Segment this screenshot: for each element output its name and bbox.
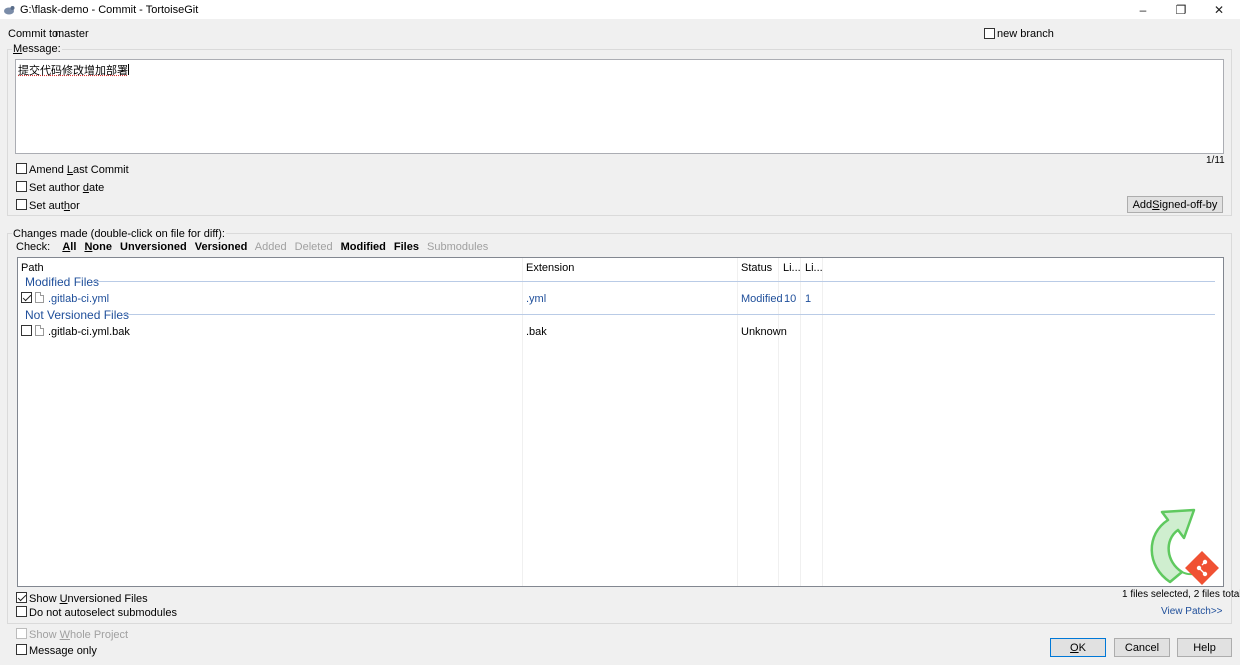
message-char-counter: 1/11: [1206, 155, 1225, 166]
cancel-button[interactable]: Cancel: [1114, 638, 1170, 657]
column-separator: [522, 258, 523, 586]
file-status: Unknown: [741, 326, 787, 338]
amend-last-commit-label: Amend Last Commit: [29, 164, 129, 176]
column-header-lines-removed[interactable]: Li...: [805, 262, 823, 274]
set-author-date-label: Set author date: [29, 182, 105, 194]
text-caret: [128, 64, 129, 75]
do-not-autoselect-submodules-label: Do not autoselect submodules: [29, 607, 177, 619]
check-all-link[interactable]: All: [62, 241, 76, 253]
show-whole-project-label: Show Whole Project: [29, 629, 129, 641]
check-none-link[interactable]: None: [84, 241, 112, 253]
set-author-checkbox[interactable]: [16, 199, 27, 210]
file-checkbox[interactable]: [21, 292, 32, 303]
commit-to-label: Commit to:: [8, 28, 62, 40]
show-unversioned-files-label: Show Unversioned Files: [29, 593, 148, 605]
column-header-status[interactable]: Status: [741, 262, 772, 274]
commit-message-input[interactable]: 提交代码修改增加部署: [15, 59, 1224, 154]
file-extension: .bak: [526, 326, 547, 338]
show-unversioned-files-checkbox[interactable]: [16, 592, 27, 603]
add-signed-off-by-button[interactable]: Add Signed-off-by: [1127, 196, 1223, 213]
restore-button[interactable]: ❐: [1162, 0, 1200, 19]
check-unversioned-link[interactable]: Unversioned: [120, 241, 187, 253]
tortoisegit-logo-icon: [1150, 508, 1219, 585]
check-submodules-link[interactable]: Submodules: [427, 241, 488, 253]
file-lines-added: 10: [784, 293, 797, 305]
check-filter-bar: Check: All None Unversioned Versioned Ad…: [16, 241, 493, 253]
show-whole-project-checkbox[interactable]: [16, 628, 27, 639]
check-added-link[interactable]: Added: [255, 241, 287, 253]
changes-label: Changes made (double-click on file for d…: [12, 228, 226, 240]
selection-summary: 1 files selected, 2 files total: [1122, 589, 1240, 600]
column-separator: [822, 258, 823, 586]
file-icon: [35, 325, 44, 336]
new-branch-checkbox[interactable]: [984, 28, 995, 39]
file-extension: .yml: [526, 293, 547, 305]
minimize-button[interactable]: –: [1124, 0, 1162, 19]
changed-files-list[interactable]: Path Extension Status Li... Li... Modifi…: [17, 257, 1224, 587]
group-header-modified: Modified Files: [25, 275, 100, 289]
group-header-not-versioned: Not Versioned Files: [25, 308, 130, 322]
view-patch-link[interactable]: View Patch>>: [1161, 606, 1223, 617]
commit-message-text: 提交代码修改增加部署: [18, 64, 128, 77]
message-only-label: Message only: [29, 645, 97, 657]
amend-last-commit-checkbox[interactable]: [16, 163, 27, 174]
column-header-path[interactable]: Path: [21, 262, 44, 274]
column-header-extension[interactable]: Extension: [526, 262, 574, 274]
check-files-link[interactable]: Files: [394, 241, 419, 253]
title-bar: G:\flask-demo - Commit - TortoiseGit – ❐…: [0, 0, 1240, 19]
file-checkbox[interactable]: [21, 325, 32, 336]
column-header-lines-added[interactable]: Li...: [783, 262, 801, 274]
do-not-autoselect-submodules-checkbox[interactable]: [16, 606, 27, 617]
group-divider: [94, 281, 1215, 282]
set-author-date-checkbox[interactable]: [16, 181, 27, 192]
help-button[interactable]: Help: [1177, 638, 1232, 657]
check-deleted-link[interactable]: Deleted: [295, 241, 333, 253]
column-separator: [737, 258, 738, 586]
file-path: .gitlab-ci.yml: [48, 293, 110, 305]
check-label: Check:: [16, 241, 51, 253]
file-status: Modified: [741, 293, 783, 305]
group-divider: [122, 314, 1215, 315]
file-path: .gitlab-ci.yml.bak: [48, 326, 130, 338]
message-label: Message:: [12, 43, 62, 55]
new-branch-label: new branch: [997, 28, 1054, 40]
commit-branch-name: master: [55, 28, 89, 40]
check-versioned-link[interactable]: Versioned: [195, 241, 248, 253]
window-title: G:\flask-demo - Commit - TortoiseGit: [20, 3, 199, 16]
check-modified-link[interactable]: Modified: [341, 241, 386, 253]
message-only-checkbox[interactable]: [16, 644, 27, 655]
ok-button[interactable]: OK: [1050, 638, 1106, 657]
file-icon: [35, 292, 44, 303]
tortoisegit-app-icon: [3, 4, 15, 16]
file-lines-removed: 1: [805, 293, 812, 305]
close-button[interactable]: ✕: [1200, 0, 1238, 19]
set-author-label: Set author: [29, 200, 80, 212]
column-separator: [800, 258, 801, 586]
column-separator: [778, 258, 779, 586]
